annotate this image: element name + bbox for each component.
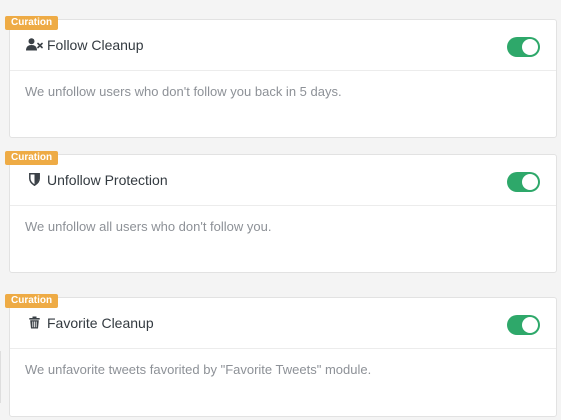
module-title: Unfollow Protection [47,172,168,188]
module-body: We unfavorite tweets favorited by "Favor… [10,349,556,414]
edge-divider [0,351,1,403]
module-description: We unfavorite tweets favorited by "Favor… [25,362,372,377]
module-header: Unfollow Protection [10,155,556,206]
module-header: Follow Cleanup [10,20,556,71]
curation-badge: Curation [5,294,59,308]
module-toggle[interactable] [507,172,540,192]
module-toggle[interactable] [507,37,540,57]
module-card-follow-cleanup: Follow Cleanup We unfollow users who don… [9,19,557,138]
module-card-unfollow-protection: Unfollow Protection We unfollow all user… [9,154,557,273]
module-header: Favorite Cleanup [10,298,556,349]
module-body: We unfollow users who don't follow you b… [10,71,556,136]
module-description: We unfollow users who don't follow you b… [25,84,342,99]
toggle-knob [522,317,538,333]
module-description: We unfollow all users who don't follow y… [25,219,272,234]
module-toggle[interactable] [507,315,540,335]
user-times-icon [25,37,43,51]
module-card-favorite-cleanup: Favorite Cleanup We unfavorite tweets fa… [9,297,557,417]
module-title: Follow Cleanup [47,37,144,53]
shield-icon [25,172,43,186]
module-body: We unfollow all users who don't follow y… [10,206,556,271]
toggle-knob [522,174,538,190]
curation-badge: Curation [5,16,59,30]
trash-icon [25,315,43,329]
curation-badge: Curation [5,151,59,165]
module-title: Favorite Cleanup [47,315,154,331]
toggle-knob [522,39,538,55]
